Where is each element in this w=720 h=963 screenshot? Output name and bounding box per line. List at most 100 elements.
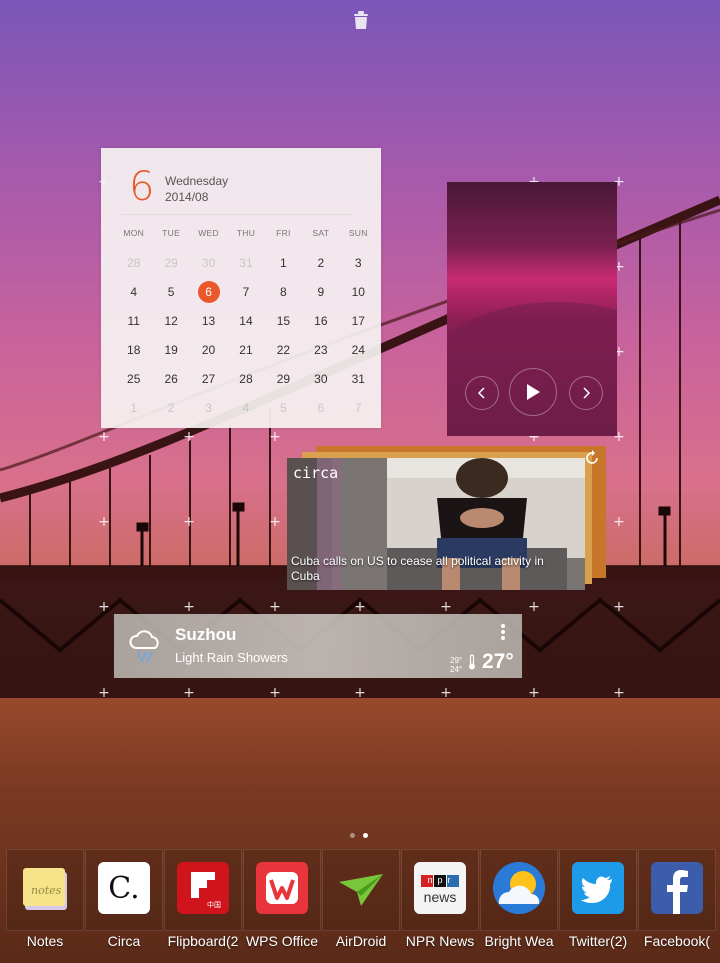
- news-headline[interactable]: Cuba calls on US to cease all political …: [291, 554, 571, 584]
- calendar-day[interactable]: 4: [115, 281, 152, 303]
- calendar-day[interactable]: 15: [265, 310, 302, 332]
- calendar-day[interactable]: 8: [265, 281, 302, 303]
- calendar-day[interactable]: 19: [152, 339, 189, 361]
- calendar-day[interactable]: 31: [340, 368, 377, 390]
- previous-track-button[interactable]: [465, 376, 499, 410]
- calendar-day[interactable]: 28: [227, 368, 264, 390]
- calendar-day[interactable]: 14: [227, 310, 264, 332]
- dock-label: Twitter(2): [568, 933, 628, 949]
- calendar-day[interactable]: 4: [227, 397, 264, 419]
- calendar-day[interactable]: 10: [340, 281, 377, 303]
- news-widget-card[interactable]: circa Cuba calls on US to cease all poli…: [287, 458, 585, 590]
- refresh-icon[interactable]: [584, 450, 600, 466]
- calendar-day[interactable]: 30: [190, 252, 227, 274]
- grid-marker: +: [98, 514, 110, 530]
- weather-condition: Light Rain Showers: [175, 650, 288, 665]
- dock-app-npr-news[interactable]: npr news: [401, 849, 479, 931]
- dock-label: WPS Office: [245, 933, 319, 949]
- calendar-day[interactable]: 13: [190, 310, 227, 332]
- grid-marker: +: [354, 685, 366, 701]
- chevron-left-icon: [477, 387, 485, 399]
- dock-label: Circa: [107, 933, 141, 949]
- calendar-day[interactable]: 2: [302, 252, 339, 274]
- calendar-day[interactable]: 24: [340, 339, 377, 361]
- calendar-day[interactable]: 27: [190, 368, 227, 390]
- calendar-week-row: 4 5 6 7 8 9 10: [115, 277, 377, 306]
- calendar-day[interactable]: 3: [340, 252, 377, 274]
- calendar-day[interactable]: 6: [302, 397, 339, 419]
- calendar-day-today[interactable]: 6: [190, 280, 227, 303]
- grid-marker: +: [440, 599, 452, 615]
- grid-marker: +: [613, 514, 625, 530]
- calendar-day[interactable]: 22: [265, 339, 302, 361]
- calendar-day[interactable]: 31: [227, 252, 264, 274]
- calendar-day[interactable]: 28: [115, 252, 152, 274]
- calendar-day[interactable]: 29: [265, 368, 302, 390]
- grid-marker: +: [98, 599, 110, 615]
- calendar-week-row: 11 12 13 14 15 16 17: [115, 306, 377, 335]
- weekday-label: SAT: [312, 228, 330, 238]
- calendar-day[interactable]: 20: [190, 339, 227, 361]
- calendar-day[interactable]: 11: [115, 310, 152, 332]
- calendar-widget[interactable]: 6 Wednesday 2014/08 MON TUE WED THU FRI …: [101, 148, 381, 428]
- weekday-label: FRI: [276, 228, 291, 238]
- dock-app-wps-office[interactable]: [243, 849, 321, 931]
- page-indicator: [350, 833, 368, 838]
- calendar-day[interactable]: 3: [190, 397, 227, 419]
- npr-icon-text-bottom: news: [423, 889, 457, 905]
- grid-marker: +: [354, 599, 366, 615]
- calendar-day[interactable]: 5: [265, 397, 302, 419]
- flipboard-icon-text: 中国: [207, 902, 221, 909]
- calendar-day[interactable]: 9: [302, 281, 339, 303]
- next-track-button[interactable]: [569, 376, 603, 410]
- calendar-day[interactable]: 5: [152, 281, 189, 303]
- trash-icon[interactable]: [350, 9, 372, 31]
- weather-current-temp: 27°: [482, 650, 514, 673]
- dock-app-flipboard[interactable]: 中国: [164, 849, 242, 931]
- calendar-day-number: 6: [129, 164, 155, 210]
- thermometer-icon: [469, 654, 475, 670]
- weather-widget[interactable]: Suzhou Light Rain Showers 29° 24° 27°: [114, 614, 522, 678]
- music-player-widget[interactable]: [447, 182, 617, 436]
- dock-app-circa[interactable]: C.: [85, 849, 163, 931]
- calendar-day[interactable]: 16: [302, 310, 339, 332]
- calendar-weekday: Wednesday: [165, 174, 229, 188]
- weather-low-temp: 24°: [450, 665, 463, 674]
- dock-app-facebook[interactable]: [638, 849, 716, 931]
- more-options-icon[interactable]: [500, 624, 506, 640]
- page-dot[interactable]: [350, 833, 355, 838]
- calendar-day[interactable]: 26: [152, 368, 189, 390]
- calendar-divider: [121, 214, 353, 215]
- grid-marker: +: [613, 685, 625, 701]
- grid-marker: +: [269, 685, 281, 701]
- app-dock: notes Notes C. Circa 中国 Flipboard(2 WPS …: [6, 849, 720, 963]
- calendar-day[interactable]: 25: [115, 368, 152, 390]
- calendar-day[interactable]: 29: [152, 252, 189, 274]
- dock-label: Facebook(: [643, 933, 711, 949]
- dock-app-bright-weather[interactable]: [480, 849, 558, 931]
- grid-marker: +: [269, 599, 281, 615]
- dock-app-notes[interactable]: notes: [6, 849, 84, 931]
- calendar-day[interactable]: 30: [302, 368, 339, 390]
- page-dot-active[interactable]: [363, 833, 368, 838]
- calendar-day[interactable]: 7: [340, 397, 377, 419]
- dock-label: NPR News: [405, 933, 475, 949]
- play-button[interactable]: [509, 368, 557, 416]
- calendar-day[interactable]: 1: [265, 252, 302, 274]
- calendar-day[interactable]: 21: [227, 339, 264, 361]
- flipboard-icon: [177, 862, 229, 914]
- calendar-day[interactable]: 18: [115, 339, 152, 361]
- dock-app-airdroid[interactable]: [322, 849, 400, 931]
- grid-marker: +: [98, 685, 110, 701]
- calendar-day[interactable]: 2: [152, 397, 189, 419]
- calendar-day[interactable]: 1: [115, 397, 152, 419]
- notes-icon: notes: [19, 862, 71, 914]
- wps-office-icon: [256, 862, 308, 914]
- calendar-day[interactable]: 23: [302, 339, 339, 361]
- calendar-day[interactable]: 17: [340, 310, 377, 332]
- calendar-day[interactable]: 12: [152, 310, 189, 332]
- weekday-label: TUE: [162, 228, 181, 238]
- dock-label: AirDroid: [335, 933, 387, 949]
- dock-app-twitter[interactable]: [559, 849, 637, 931]
- calendar-day[interactable]: 7: [227, 281, 264, 303]
